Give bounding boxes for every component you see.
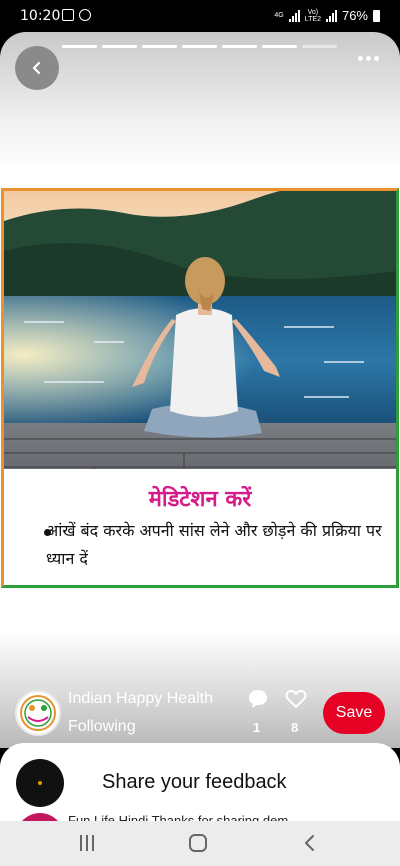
progress-segment bbox=[302, 45, 337, 48]
creator-avatar[interactable] bbox=[15, 690, 61, 736]
feedback-sheet: Share your feedback Fun Life Hindi Thank… bbox=[0, 743, 400, 821]
following-status[interactable]: Following bbox=[68, 718, 136, 736]
more-options-button[interactable] bbox=[358, 52, 382, 64]
nav-back-button[interactable] bbox=[300, 833, 320, 853]
progress-segment bbox=[222, 45, 257, 48]
whatsapp-notification-icon bbox=[79, 9, 91, 21]
commenter-avatar bbox=[16, 813, 64, 821]
progress-segment bbox=[62, 45, 97, 48]
story-progress bbox=[62, 45, 337, 48]
home-button[interactable] bbox=[189, 834, 207, 852]
like-button[interactable] bbox=[284, 688, 308, 715]
comment-count: 1 bbox=[253, 720, 261, 735]
progress-segment bbox=[182, 45, 217, 48]
progress-segment bbox=[142, 45, 177, 48]
chevron-left-icon bbox=[32, 61, 41, 75]
like-count: 8 bbox=[291, 720, 299, 735]
signal-2-icon bbox=[325, 9, 337, 22]
progress-segment bbox=[102, 45, 137, 48]
save-button[interactable]: Save bbox=[323, 692, 385, 734]
caption-title: मेडिटेशन करें bbox=[148, 487, 252, 512]
speech-bubble-icon bbox=[249, 690, 267, 708]
network-type: 4G bbox=[274, 12, 284, 19]
heart-icon bbox=[285, 690, 307, 708]
creator-name[interactable]: Indian Happy Health bbox=[68, 690, 213, 708]
recents-button[interactable] bbox=[78, 835, 96, 851]
feedback-title[interactable]: Share your feedback bbox=[102, 771, 287, 794]
indian-happy-health-logo bbox=[20, 695, 56, 731]
comment-button[interactable] bbox=[246, 688, 270, 715]
system-nav-bar bbox=[0, 821, 400, 866]
status-time: 10:20 bbox=[20, 8, 61, 24]
gallery-notification-icon bbox=[62, 9, 74, 21]
feedback-icon bbox=[16, 759, 64, 807]
status-right: 4G Vo) LTE2 76% bbox=[274, 8, 380, 23]
status-bar: 10:20 4G Vo) LTE2 76% bbox=[0, 0, 400, 32]
pin-caption: मेडिटेशन करें आंखें बंद करके अपनी सांस ल… bbox=[4, 469, 396, 585]
comment-preview: Fun Life Hindi Thanks for sharing dem... bbox=[68, 813, 299, 821]
battery-percent: 76% bbox=[341, 8, 368, 23]
progress-segment bbox=[262, 45, 297, 48]
pin-image[interactable]: मेडिटेशन करें आंखें बंद करके अपनी सांस ल… bbox=[1, 188, 399, 588]
caption-body: आंखें बंद करके अपनी सांस लेने और छोड़ने … bbox=[46, 521, 382, 568]
signal-icon bbox=[288, 9, 300, 22]
pin-story-view: मेडिटेशन करें आंखें बंद करके अपनी सांस ल… bbox=[0, 32, 400, 748]
back-button[interactable] bbox=[15, 46, 59, 90]
battery-icon bbox=[373, 9, 380, 22]
creator-bar: Indian Happy Health Following 1 8 Save bbox=[0, 682, 400, 748]
volte-label: Vo) LTE2 bbox=[304, 8, 321, 23]
more-horizontal-icon bbox=[358, 55, 363, 61]
